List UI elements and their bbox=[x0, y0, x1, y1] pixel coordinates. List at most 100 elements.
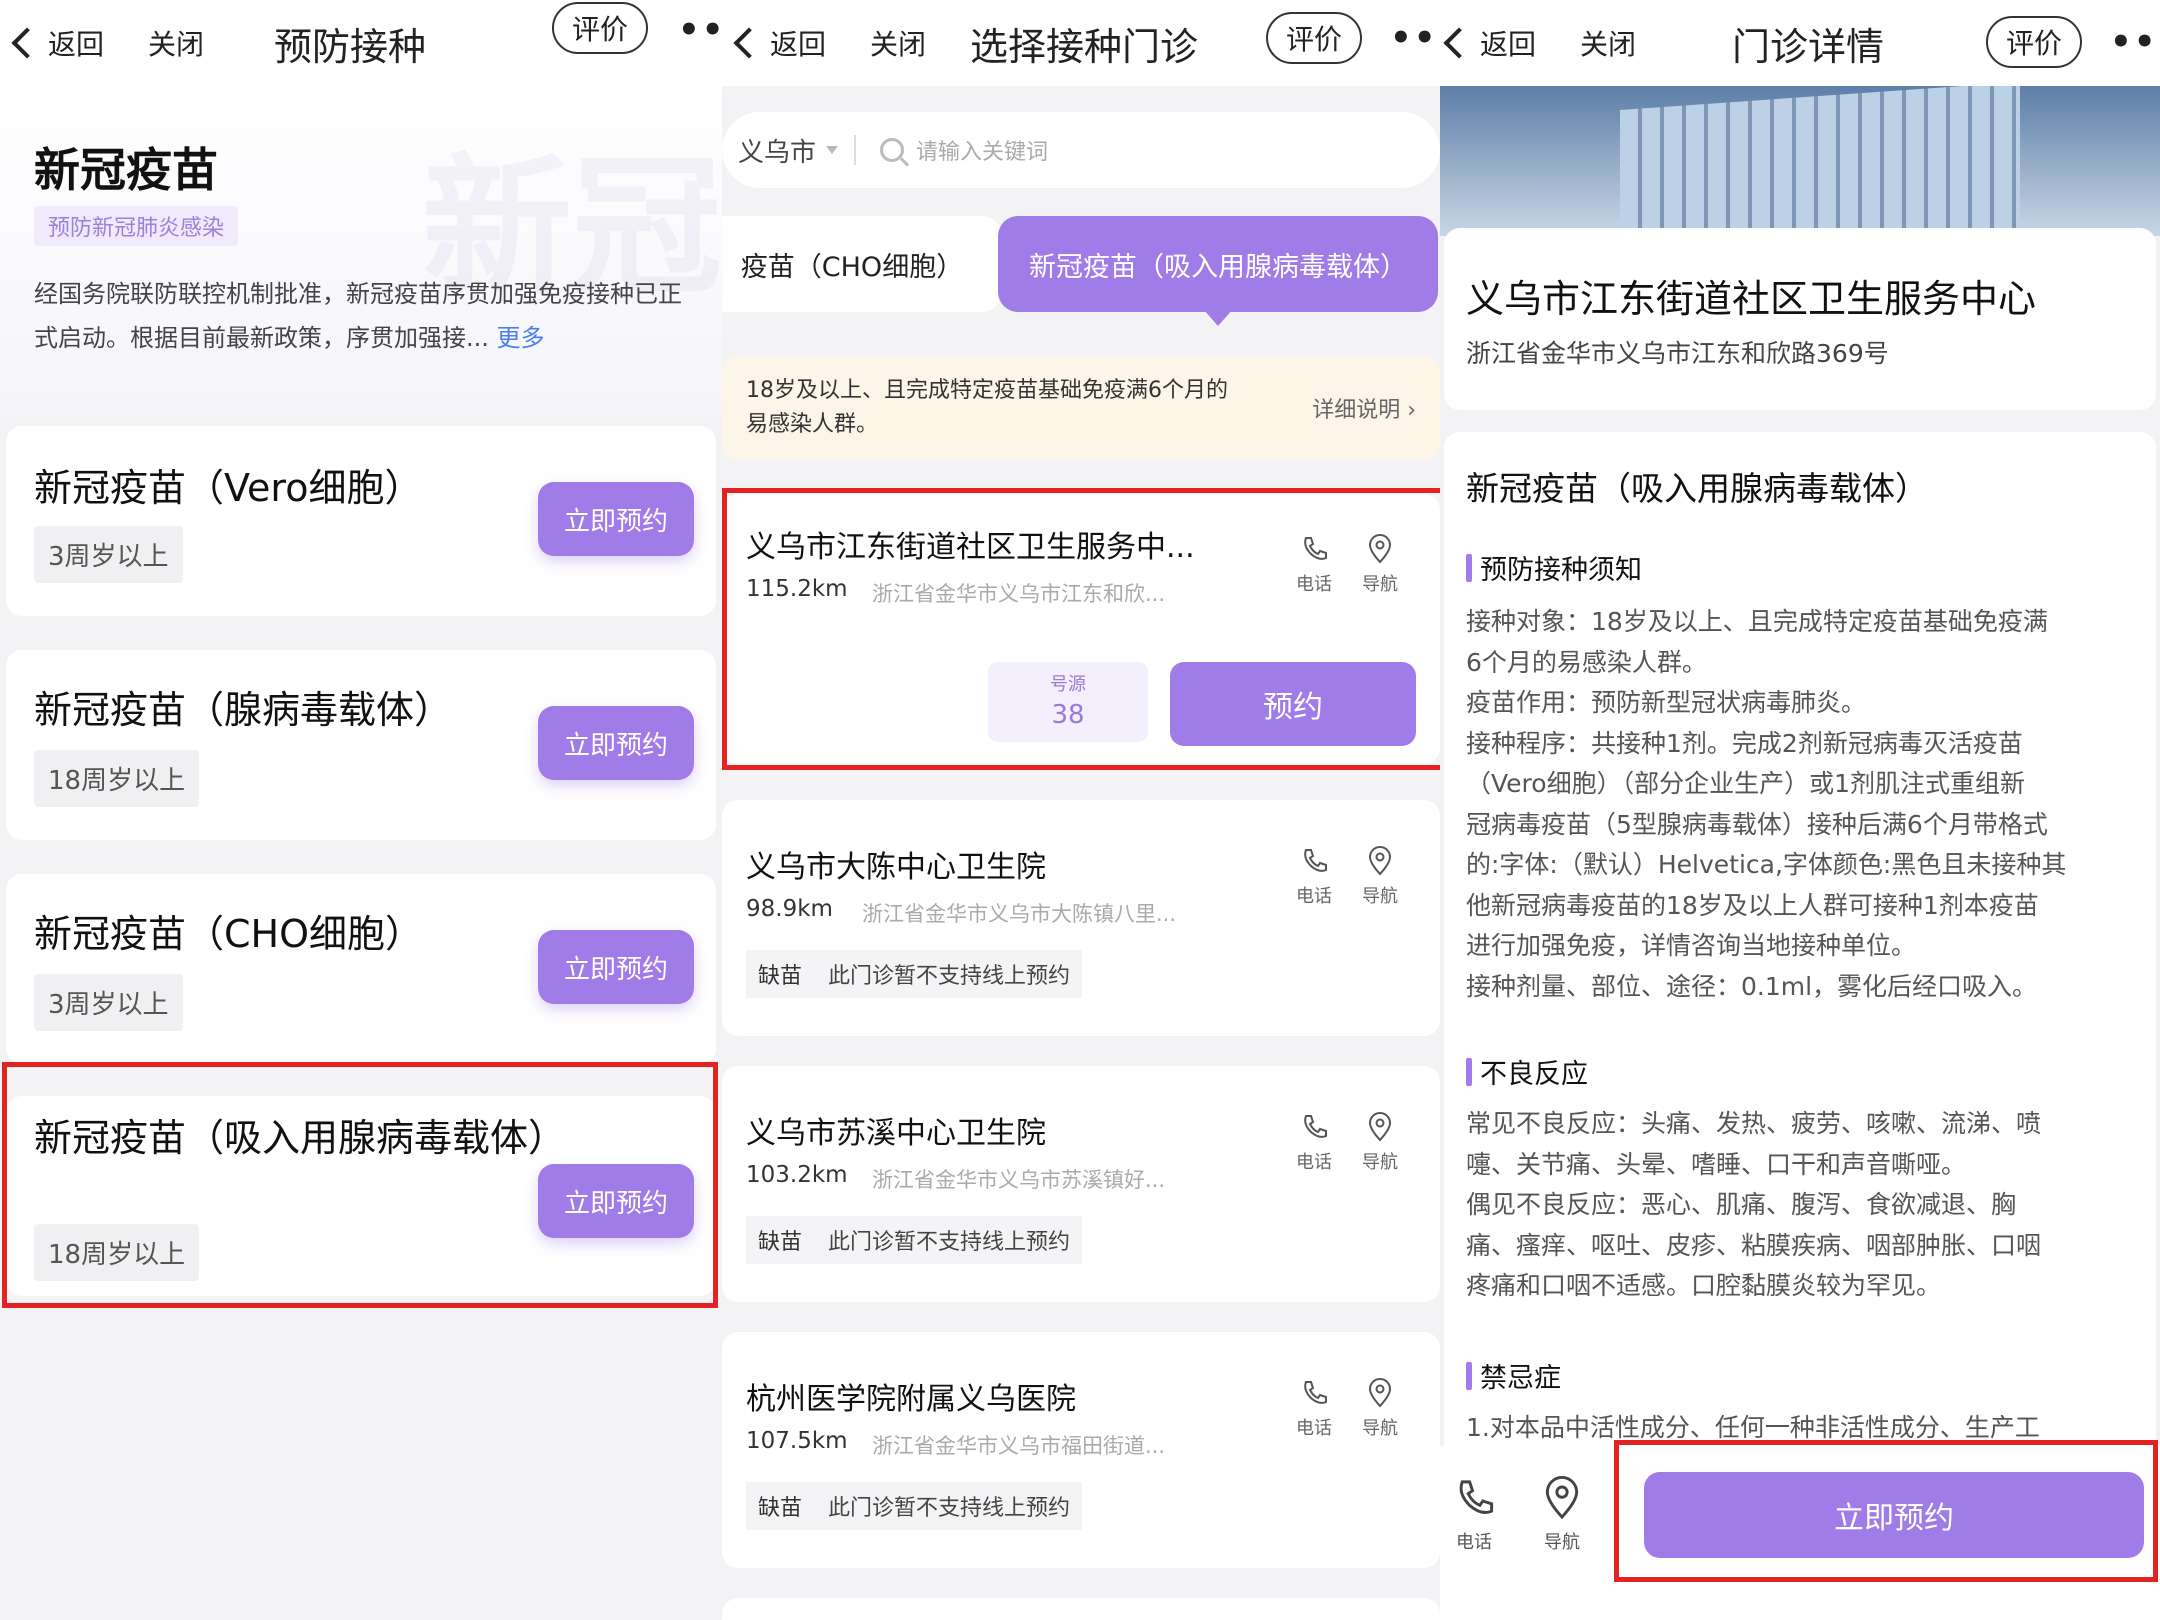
text-line: 疼痛和口咽不适感。口腔黏膜炎较为罕见。 bbox=[1466, 1271, 1942, 1300]
location-pin-icon bbox=[1545, 1476, 1579, 1520]
phone-icon bbox=[1304, 1115, 1327, 1138]
close-button[interactable]: 关闭 bbox=[870, 23, 926, 63]
book-now-button[interactable]: 立即预约 bbox=[538, 706, 694, 780]
text-line: 接种程序：共接种1剂。完成2剂新冠病毒灭活疫苗 bbox=[1466, 728, 2023, 758]
page-title: 门诊详情 bbox=[1732, 24, 1885, 69]
back-button[interactable]: 返回 bbox=[8, 23, 104, 63]
phone-button[interactable]: 电话 bbox=[1284, 1112, 1344, 1174]
clinic-address: 浙江省金华市义乌市苏溪镇好... bbox=[872, 1168, 1166, 1192]
vaccine-detail-card: 新冠疫苗（吸入用腺病毒载体） 预防接种须知 接种对象：18岁及以上、且完成特定疫… bbox=[1444, 432, 2156, 1532]
status-badge: 缺苗 此门诊暂不支持线上预约 bbox=[746, 1216, 1083, 1264]
clinic-address: 浙江省金华市义乌市福田街道... bbox=[872, 1434, 1166, 1458]
more-menu-icon[interactable]: ••• bbox=[678, 10, 722, 50]
close-button[interactable]: 关闭 bbox=[1580, 23, 1636, 63]
clinic-name: 杭州医学院附属义乌医院 bbox=[746, 1382, 1076, 1417]
dropdown-caret-icon bbox=[826, 146, 839, 154]
vaccine-title: 新冠疫苗（吸入用腺病毒载体） bbox=[1466, 469, 1928, 508]
screen-clinic-select: 返回 关闭 选择接种门诊 评价 ••• 义乌市 请输入关键词 疫苗（CHO细胞）… bbox=[722, 0, 1440, 1620]
vaccination-notice-text: 接种对象：18岁及以上、且完成特定疫苗基础免疫满 6个月的易感染人群。 疫苗作用… bbox=[1466, 602, 2146, 1007]
text-line: 嚏、关节痛、头晕、嗜睡、口干和声音嘶哑。 bbox=[1466, 1149, 1967, 1179]
age-badge: 18周岁以上 bbox=[34, 750, 200, 807]
eligibility-notice: 18岁及以上、且完成特定疫苗基础免疫满6个月的易感染人群。 详细说明 › bbox=[722, 356, 1440, 460]
text-line: 偶见不良反应：恶心、肌痛、腹泻、食欲减退、胸 bbox=[1466, 1190, 2017, 1219]
phone-icon bbox=[1304, 1381, 1327, 1404]
section-accent-bar bbox=[1466, 1057, 1472, 1086]
vaccine-name: 新冠疫苗（CHO细胞） bbox=[34, 912, 424, 956]
age-badge: 3周岁以上 bbox=[34, 526, 183, 583]
back-label: 返回 bbox=[48, 28, 105, 61]
phone-label: 电话 bbox=[1296, 886, 1332, 907]
phone-label: 电话 bbox=[1456, 1532, 1492, 1553]
phone-icon bbox=[1459, 1480, 1494, 1514]
phone-label: 电话 bbox=[1296, 1418, 1332, 1439]
status-note: 此门诊暂不支持线上预约 bbox=[828, 1496, 1071, 1521]
more-menu-icon[interactable]: ••• bbox=[1390, 18, 1440, 58]
highlight-box bbox=[1614, 1440, 2158, 1582]
shortage-label: 缺苗 bbox=[758, 1230, 803, 1255]
back-label: 返回 bbox=[1480, 28, 1537, 61]
clinic-distance: 103.2km bbox=[746, 1162, 848, 1188]
city-label: 义乌市 bbox=[738, 137, 817, 168]
nav-label: 导航 bbox=[1362, 1418, 1398, 1439]
navigate-button[interactable]: 导航 bbox=[1350, 1112, 1410, 1174]
book-now-button[interactable]: 立即预约 bbox=[538, 930, 694, 1004]
location-pin-icon bbox=[1368, 1378, 1392, 1408]
clinic-name: 义乌市苏溪中心卫生院 bbox=[746, 1116, 1046, 1151]
phone-button[interactable]: 电话 bbox=[1284, 1378, 1344, 1440]
city-selector[interactable]: 义乌市 bbox=[738, 132, 839, 169]
rate-button[interactable]: 评价 bbox=[1266, 12, 1363, 64]
book-now-button[interactable]: 立即预约 bbox=[538, 482, 694, 556]
clinic-address: 浙江省金华市义乌市大陈镇八里... bbox=[862, 902, 1177, 926]
tab-cho[interactable]: 疫苗（CHO细胞） bbox=[722, 216, 1002, 312]
section-title: 禁忌症 bbox=[1480, 1363, 1561, 1394]
back-button[interactable]: 返回 bbox=[1440, 23, 1536, 63]
vaccine-card[interactable]: 新冠疫苗（CHO细胞） 3周岁以上 立即预约 bbox=[6, 874, 716, 1064]
clinic-name: 义乌市大陈中心卫生院 bbox=[746, 850, 1046, 885]
phone-button[interactable]: 电话 bbox=[1444, 1476, 1504, 1554]
close-button[interactable]: 关闭 bbox=[148, 23, 204, 63]
nav-label: 导航 bbox=[1362, 886, 1398, 907]
clinic-distance: 107.5km bbox=[746, 1428, 848, 1454]
section-header: 不良反应 bbox=[1466, 1052, 1588, 1091]
intro-text: 经国务院联防联控机制批准，新冠疫苗序贯加强免疫接种已正式启动。根据目前最新政策，… bbox=[34, 280, 682, 352]
rate-button[interactable]: 评价 bbox=[552, 2, 649, 54]
vaccine-card[interactable]: 新冠疫苗（Vero细胞） 3周岁以上 立即预约 bbox=[6, 426, 716, 616]
navigate-button[interactable]: 导航 bbox=[1532, 1476, 1592, 1554]
rate-button[interactable]: 评价 bbox=[1986, 16, 2083, 68]
more-menu-icon[interactable]: ••• bbox=[2110, 22, 2160, 62]
chevron-left-icon bbox=[1443, 27, 1475, 59]
tab-inhaled-adenovirus[interactable]: 新冠疫苗（吸入用腺病毒载体） bbox=[998, 216, 1438, 326]
text-line: （Vero细胞）（部分企业生产）或1剂肌注式重组新 bbox=[1466, 769, 2025, 798]
text-line: 进行加强免疫，详情咨询当地接种单位。 bbox=[1466, 931, 1917, 960]
clinic-card[interactable]: 义乌市大陈中心卫生院 98.9km 浙江省金华市义乌市大陈镇八里... 电话 导… bbox=[722, 800, 1440, 1036]
search-input[interactable]: 请输入关键词 bbox=[916, 134, 1048, 166]
screen-vaccine-list: 返回 关闭 预防接种 评价 ••• 新冠 新冠疫苗 预防新冠肺炎感染 经国务院联… bbox=[0, 0, 722, 1620]
details-link[interactable]: 详细说明 › bbox=[1312, 392, 1416, 424]
top-navbar: 返回 关闭 预防接种 评价 ••• bbox=[0, 0, 722, 86]
text-line: 的:字体:（默认）Helvetica,字体颜色:黑色且未接种其 bbox=[1466, 850, 2067, 879]
phone-button[interactable]: 电话 bbox=[1284, 846, 1344, 908]
text-line: 冠病毒疫苗（5型腺病毒载体）接种后满6个月带格式 bbox=[1466, 809, 2048, 839]
adverse-reactions-text: 常见不良反应：头痛、发热、疲劳、咳嗽、流涕、喷 嚏、关节痛、头晕、嗜睡、口干和声… bbox=[1466, 1104, 2146, 1307]
navigate-button[interactable]: 导航 bbox=[1350, 1378, 1410, 1440]
navigate-button[interactable]: 导航 bbox=[1350, 846, 1410, 908]
location-pin-icon bbox=[1368, 1112, 1392, 1142]
text-line: 常见不良反应：头痛、发热、疲劳、咳嗽、流涕、喷 bbox=[1466, 1109, 2042, 1138]
page-title: 选择接种门诊 bbox=[970, 24, 1199, 69]
top-navbar: 返回 关闭 选择接种门诊 评价 ••• bbox=[722, 0, 1440, 86]
back-label: 返回 bbox=[770, 28, 827, 61]
vaccine-card[interactable]: 新冠疫苗（腺病毒载体） 18周岁以上 立即预约 bbox=[6, 650, 716, 840]
age-badge: 3周岁以上 bbox=[34, 974, 183, 1031]
highlight-box bbox=[722, 488, 1440, 770]
section-header: 预防接种须知 bbox=[1466, 548, 1642, 587]
status-badge: 缺苗 此门诊暂不支持线上预约 bbox=[746, 1482, 1083, 1530]
intro-description: 经国务院联防联控机制批准，新冠疫苗序贯加强免疫接种已正式启动。根据目前最新政策，… bbox=[34, 272, 704, 360]
section-accent-bar bbox=[1466, 553, 1472, 582]
more-link[interactable]: 更多 bbox=[497, 324, 545, 352]
clinic-card[interactable]: 杭州医学院附属义乌医院 107.5km 浙江省金华市义乌市福田街道... 电话 … bbox=[722, 1332, 1440, 1568]
back-button[interactable]: 返回 bbox=[730, 23, 826, 63]
location-pin-icon bbox=[1368, 846, 1392, 876]
divider bbox=[854, 135, 857, 165]
top-navbar: 返回 关闭 门诊详情 评价 ••• bbox=[1440, 0, 2160, 86]
clinic-card[interactable]: 义乌市苏溪中心卫生院 103.2km 浙江省金华市义乌市苏溪镇好... 电话 导… bbox=[722, 1066, 1440, 1302]
